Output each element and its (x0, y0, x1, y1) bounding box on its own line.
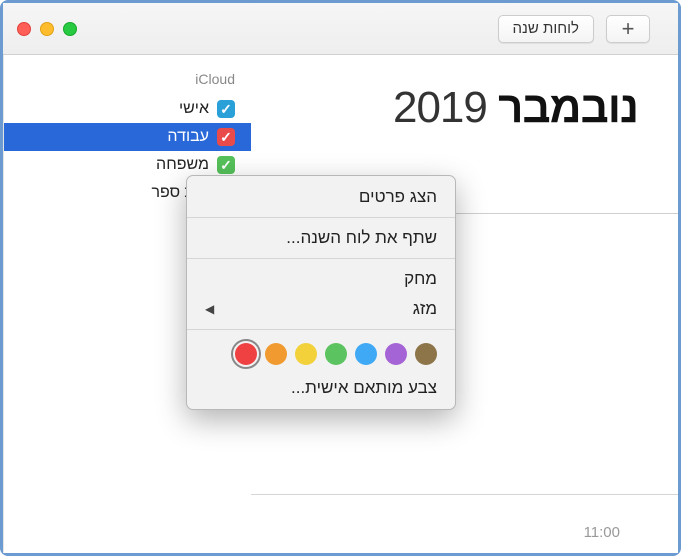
color-swatch[interactable] (235, 343, 257, 365)
menu-custom-color[interactable]: צבע מותאם אישית... (187, 373, 455, 403)
calendar-label: בית ספר (16, 184, 209, 202)
calendar-label: אישי (16, 100, 209, 118)
calendar-context-menu: הצג פרטים שתף את לוח השנה... מחק מזג ◀ צ… (186, 175, 456, 410)
check-icon: ✓ (220, 130, 232, 144)
check-icon: ✓ (220, 158, 232, 172)
color-swatch[interactable] (415, 343, 437, 365)
color-swatch[interactable] (265, 343, 287, 365)
calendars-button[interactable]: לוחות שנה (498, 15, 594, 43)
sidebar-calendar-item[interactable]: ✓ עבודה (4, 123, 251, 151)
close-button[interactable] (17, 22, 31, 36)
year-label: 2019 (393, 83, 487, 133)
color-swatch[interactable] (385, 343, 407, 365)
menu-show-info[interactable]: הצג פרטים (187, 182, 455, 212)
menu-share-calendar[interactable]: שתף את לוח השנה... (187, 223, 455, 253)
color-swatch[interactable] (325, 343, 347, 365)
submenu-arrow-icon: ◀ (205, 302, 214, 316)
maximize-button[interactable] (63, 22, 77, 36)
calendar-label: עבודה (16, 128, 209, 146)
menu-merge-label: מזג (413, 299, 437, 319)
window-titlebar: + לוחות שנה (3, 3, 678, 55)
sidebar-calendar-item[interactable]: ✓ אישי (4, 95, 251, 123)
minimize-button[interactable] (40, 22, 54, 36)
add-event-button[interactable]: + (606, 15, 650, 43)
month-header: נובמבר 2019 (251, 55, 678, 133)
hour-gridline (251, 494, 678, 495)
time-label: 11:00 (584, 524, 620, 541)
color-swatch[interactable] (355, 343, 377, 365)
calendar-checkbox[interactable]: ✓ (217, 128, 235, 146)
menu-separator (187, 217, 455, 218)
color-swatch-row (187, 335, 455, 373)
calendar-checkbox[interactable]: ✓ (217, 156, 235, 174)
calendar-label: משפחה (16, 156, 209, 174)
menu-separator (187, 258, 455, 259)
check-icon: ✓ (220, 102, 232, 116)
calendar-checkbox[interactable]: ✓ (217, 100, 235, 118)
month-label: נובמבר (498, 83, 638, 132)
menu-merge[interactable]: מזג ◀ (187, 294, 455, 324)
color-swatch[interactable] (295, 343, 317, 365)
menu-delete[interactable]: מחק (187, 264, 455, 294)
traffic-lights (17, 22, 77, 36)
section-title-icloud: iCloud (4, 67, 251, 95)
menu-separator (187, 329, 455, 330)
